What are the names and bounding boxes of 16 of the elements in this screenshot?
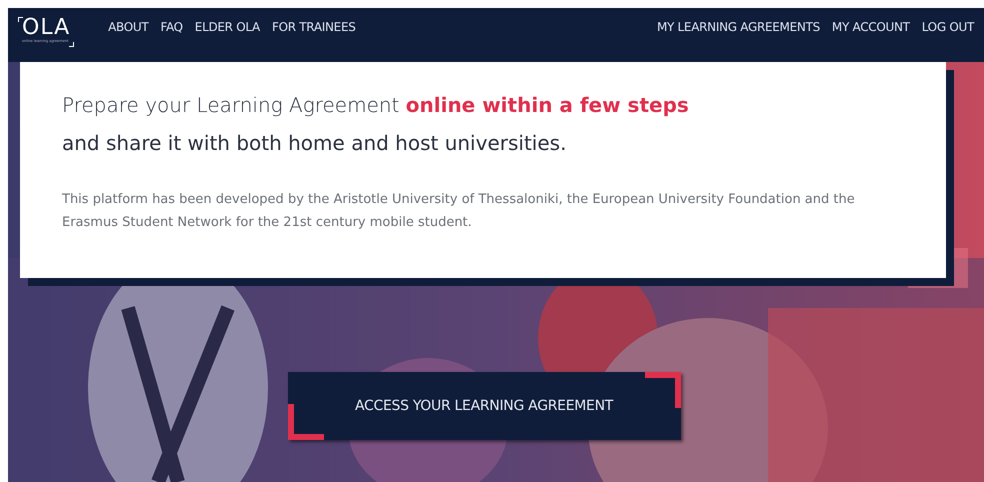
headline: Prepare your Learning Agreement online within a few steps bbox=[62, 92, 690, 119]
nav-link[interactable]: FOR TRAINEES bbox=[272, 17, 356, 36]
access-button[interactable]: ACCESS YOUR LEARNING AGREEMENT bbox=[288, 372, 680, 440]
logo-text: OLA bbox=[22, 17, 70, 39]
corner-icon bbox=[644, 372, 680, 408]
description: This platform has been developed by the Aristotle University of Thessaloniki, the European University Foundation and the Erasmus Student Network for the 21st century mobile student. bbox=[62, 191, 856, 232]
bracket-icon bbox=[18, 17, 23, 22]
nav-link[interactable]: MY ACCOUNT bbox=[832, 17, 910, 36]
nav-link[interactable]: ELDER OLA bbox=[194, 17, 260, 36]
nav-link[interactable]: LOG OUT bbox=[922, 17, 974, 36]
corner-icon bbox=[288, 404, 324, 440]
subheadline: and share it with both home and host universities. bbox=[62, 130, 568, 157]
bracket-icon bbox=[69, 42, 74, 47]
nav-link[interactable]: FAQ bbox=[160, 17, 183, 36]
nav-link[interactable]: ABOUT bbox=[108, 17, 148, 36]
nav-link[interactable]: MY LEARNING AGREEMENTS bbox=[656, 17, 820, 36]
